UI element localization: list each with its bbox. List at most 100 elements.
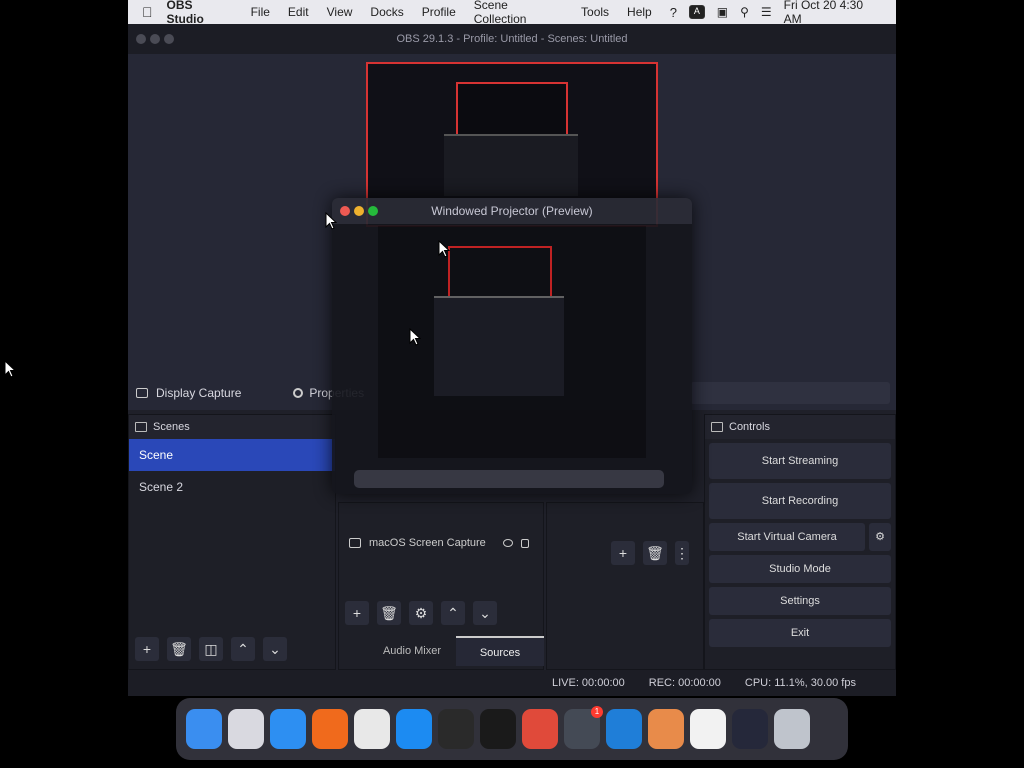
cpu-status: CPU: 11.1%, 30.00 fps [744,677,856,689]
scenes-dock-icon [135,422,147,432]
controls-dock-title: Controls [729,421,770,433]
finder-icon[interactable] [186,709,222,749]
controls-dock-icon [711,422,723,432]
apple-menu-icon[interactable]:  [142,4,153,20]
app-menu[interactable]: OBS Studio [167,0,233,26]
projector-titlebar[interactable]: Windowed Projector (Preview) [332,198,692,224]
status-bar: LIVE: 00:00:00 REC: 00:00:00 CPU: 11.1%,… [128,670,896,696]
remove-scene-button[interactable]: 🗑 [167,637,191,661]
gear-icon [293,388,304,398]
terminal-icon[interactable] [480,709,516,749]
macos-menubar:  OBS Studio File Edit View Docks Profil… [128,0,896,26]
obs-icon[interactable] [732,709,768,749]
move-source-down-button[interactable]: ⌄ [473,601,497,625]
webcatalog-icon[interactable]: 1 [564,706,603,749]
add-source-button[interactable]: + [345,601,369,625]
scenes-dock: Scenes Scene Scene 2 + 🗑 ◫ ⌃ ⌄ [128,414,336,670]
transition-menu-button[interactable]: ⋮ [675,541,689,565]
remove-source-button[interactable]: 🗑 [377,601,401,625]
sketch-icon[interactable] [690,709,726,749]
control-center-icon[interactable]: ☰ [761,5,772,19]
rec-status: REC: 00:00:00 [648,677,721,689]
menu-view[interactable]: View [327,5,353,19]
windowed-projector-window[interactable]: Windowed Projector (Preview) [332,198,692,494]
logic-icon[interactable] [438,709,474,749]
menu-scene-collection[interactable]: Scene Collection [474,0,563,26]
display-icon [349,538,361,548]
source-item[interactable]: macOS Screen Capture [339,529,543,557]
selected-source-name: Display Capture [156,386,242,400]
scenes-toolbar: + 🗑 ◫ ⌃ ⌄ [135,637,287,661]
screen-mirror-icon[interactable]: ▣ [717,5,728,19]
safari-icon[interactable] [270,709,306,749]
keyboard-input-icon[interactable]: A [688,5,705,19]
close-button[interactable] [136,34,146,44]
macos-dock: 1 [176,698,848,760]
move-source-up-button[interactable]: ⌃ [441,601,465,625]
sources-toolbar: + 🗑 ⚙ ⌃ ⌄ [345,601,497,625]
mouse-cursor-icon [438,240,450,258]
virtual-camera-settings-gear-icon[interactable]: ⚙ [869,523,891,551]
add-scene-button[interactable]: + [135,637,159,661]
pixelmator-icon[interactable] [648,709,684,749]
minimize-button[interactable] [150,34,160,44]
menu-edit[interactable]: Edit [288,5,309,19]
scene-item[interactable]: Scene [129,439,335,471]
help-circle-icon[interactable]: ? [670,5,677,20]
chrome-icon[interactable] [522,709,558,749]
add-transition-button[interactable]: + [611,541,635,565]
move-scene-up-button[interactable]: ⌃ [231,637,255,661]
start-streaming-button[interactable]: Start Streaming [709,443,891,479]
mouse-cursor-icon [325,212,337,230]
lock-icon[interactable] [521,538,529,548]
projector-minimize-button[interactable] [354,206,364,216]
dock-tabs: Audio Mixer Sources [368,636,544,666]
studio-mode-button[interactable]: Studio Mode [709,555,891,583]
projector-nested-dock [354,470,664,488]
controls-dock: Controls Start Streaming Start Recording… [704,414,896,670]
vscode-icon[interactable] [606,709,642,749]
start-virtual-camera-button[interactable]: Start Virtual Camera [709,523,865,551]
display-icon [136,388,148,398]
menu-file[interactable]: File [251,5,270,19]
menubar-clock[interactable]: Fri Oct 20 4:30 AM [784,0,882,26]
textedit-icon[interactable] [354,709,390,749]
menu-docks[interactable]: Docks [370,5,403,19]
settings-button[interactable]: Settings [709,587,891,615]
transitions-toolbar: + 🗑 ⋮ [611,541,689,565]
visibility-eye-icon[interactable] [503,538,513,547]
menu-profile[interactable]: Profile [422,5,456,19]
launchpad-icon[interactable] [228,709,264,749]
source-item-name: macOS Screen Capture [369,537,486,549]
spotlight-search-icon[interactable]: ⚲ [740,5,749,19]
scene-filters-button[interactable]: ◫ [199,637,223,661]
mouse-cursor-icon [4,360,16,378]
start-recording-button[interactable]: Start Recording [709,483,891,519]
display-select-dropdown[interactable] [690,382,890,404]
projector-title: Windowed Projector (Preview) [431,204,593,218]
firefox-icon[interactable] [312,709,348,749]
tab-audio-mixer[interactable]: Audio Mixer [368,636,456,666]
move-scene-down-button[interactable]: ⌄ [263,637,287,661]
projector-close-button[interactable] [340,206,350,216]
window-title: OBS 29.1.3 - Profile: Untitled - Scenes:… [396,33,628,45]
projector-nested-window [434,296,564,396]
source-properties-button[interactable]: ⚙ [409,601,433,625]
menu-help[interactable]: Help [627,5,652,19]
tab-sources[interactable]: Sources [456,636,544,666]
mouse-cursor-icon [409,328,421,346]
scene-transitions-dock: + 🗑 ⋮ [546,502,704,670]
window-titlebar: OBS 29.1.3 - Profile: Untitled - Scenes:… [128,24,896,54]
exit-button[interactable]: Exit [709,619,891,647]
appstore-icon[interactable] [396,709,432,749]
scenes-dock-title: Scenes [153,421,190,433]
projector-zoom-button[interactable] [368,206,378,216]
trash-icon[interactable] [774,709,810,749]
menu-tools[interactable]: Tools [581,5,609,19]
remove-transition-button[interactable]: 🗑 [643,541,667,565]
zoom-button[interactable] [164,34,174,44]
nested-window [444,134,578,196]
scene-item[interactable]: Scene 2 [129,471,335,503]
scenes-dock-header: Scenes [129,415,335,439]
controls-dock-header: Controls [705,415,895,439]
